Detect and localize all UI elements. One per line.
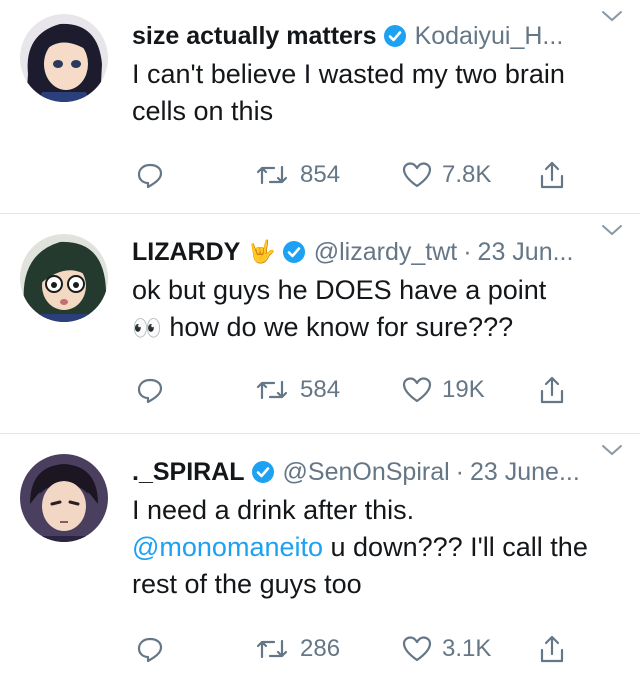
tweet-text: I can't believe I wasted my two brain ce… bbox=[132, 59, 565, 126]
tweet-actions: 584 19K bbox=[132, 370, 592, 410]
like-icon bbox=[402, 162, 432, 188]
reply-icon bbox=[137, 163, 163, 189]
like-icon bbox=[402, 636, 432, 662]
display-name[interactable]: ._SPIRAL bbox=[132, 456, 245, 488]
share-button[interactable] bbox=[538, 629, 566, 669]
tweet-header: size actually matters Kodaiyui_H... bbox=[132, 20, 616, 52]
name-emoji: 🤟 bbox=[248, 239, 276, 264]
handle[interactable]: @SenOnSpiral bbox=[283, 456, 450, 488]
retweet-count: 286 bbox=[300, 635, 341, 662]
tweet-date[interactable]: 23 June... bbox=[470, 456, 580, 488]
reply-icon bbox=[137, 378, 163, 404]
handle[interactable]: Kodaiyui_H... bbox=[415, 20, 564, 52]
display-name[interactable]: size actually matters bbox=[132, 20, 377, 52]
tweet-3[interactable]: ._SPIRAL @SenOnSpiral · 23 June... I nee… bbox=[0, 434, 640, 688]
like-count: 19K bbox=[442, 376, 485, 403]
chevron-down-icon[interactable] bbox=[600, 442, 624, 458]
like-button[interactable]: 3.1K bbox=[402, 629, 491, 669]
like-icon bbox=[402, 377, 432, 403]
share-button[interactable] bbox=[538, 370, 566, 410]
eyes-emoji: 👀 bbox=[132, 315, 162, 343]
like-count: 3.1K bbox=[442, 635, 492, 662]
reply-icon bbox=[137, 637, 163, 663]
tweet-2[interactable]: LIZARDY 🤟 @lizardy_twt · 23 Jun... ok bu… bbox=[0, 214, 640, 434]
handle[interactable]: @lizardy_twt bbox=[314, 236, 457, 268]
reply-button[interactable] bbox=[136, 629, 164, 669]
like-button[interactable]: 19K bbox=[402, 370, 485, 410]
chevron-down-icon[interactable] bbox=[600, 222, 624, 238]
retweet-button[interactable]: 584 bbox=[254, 370, 340, 410]
share-icon bbox=[540, 635, 564, 663]
retweet-count: 854 bbox=[300, 161, 341, 188]
mention-link[interactable]: @monomaneito bbox=[132, 532, 323, 562]
tweet-text: I need a drink after this. @monomaneito … bbox=[132, 495, 588, 599]
tweet-actions: 286 3.1K bbox=[132, 629, 592, 669]
tweet-header: LIZARDY 🤟 @lizardy_twt · 23 Jun... bbox=[132, 236, 616, 268]
like-count: 7.8K bbox=[442, 161, 492, 188]
verified-icon bbox=[251, 460, 275, 484]
reply-button[interactable] bbox=[136, 370, 164, 410]
display-name[interactable]: LIZARDY bbox=[132, 236, 240, 268]
separator-dot: · bbox=[455, 458, 464, 486]
separator-dot: · bbox=[463, 238, 472, 266]
retweet-button[interactable]: 286 bbox=[254, 629, 340, 669]
verified-icon bbox=[383, 24, 407, 48]
avatar[interactable] bbox=[20, 454, 108, 542]
verified-icon bbox=[282, 240, 306, 264]
share-button[interactable] bbox=[538, 155, 566, 195]
reply-button[interactable] bbox=[136, 155, 164, 195]
like-button[interactable]: 7.8K bbox=[402, 155, 491, 195]
tweet-header: ._SPIRAL @SenOnSpiral · 23 June... bbox=[132, 456, 616, 488]
retweet-count: 584 bbox=[300, 376, 341, 403]
retweet-button[interactable]: 854 bbox=[254, 155, 340, 195]
share-icon bbox=[540, 376, 564, 404]
tweet-date[interactable]: 23 Jun... bbox=[478, 236, 574, 268]
tweet-text: ok but guys he DOES have a point 👀 how d… bbox=[132, 272, 616, 347]
avatar[interactable] bbox=[20, 14, 108, 102]
avatar[interactable] bbox=[20, 234, 108, 322]
retweet-icon bbox=[256, 639, 288, 659]
tweet-actions: 854 7.8K bbox=[132, 155, 592, 195]
tweet-1[interactable]: size actually matters Kodaiyui_H... I ca… bbox=[0, 0, 640, 214]
share-icon bbox=[540, 161, 564, 189]
retweet-icon bbox=[256, 380, 288, 400]
retweet-icon bbox=[256, 165, 288, 185]
chevron-down-icon[interactable] bbox=[600, 8, 624, 24]
